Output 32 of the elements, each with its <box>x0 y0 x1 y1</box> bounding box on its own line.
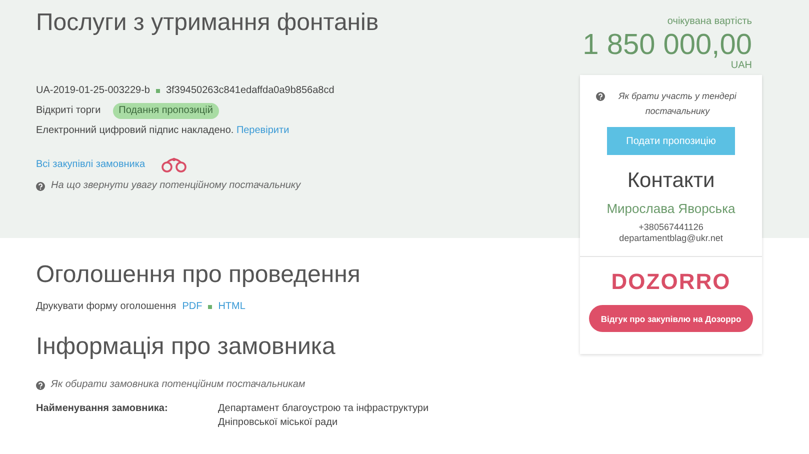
submit-bid-button[interactable]: Подати пропозицію <box>607 127 735 155</box>
tender-hash: 3f39450263c841edaffda0a9b856a8cd <box>166 84 334 98</box>
help-link[interactable]: На що звернути увагу потенційному постачальнику <box>51 179 301 193</box>
verify-link[interactable]: Перевірити <box>236 125 290 136</box>
price-amount: 1 850 000,00 <box>582 29 752 61</box>
tender-id: UA-2019-01-25-003229-b <box>36 84 150 98</box>
section-title: Оголошення про проведення <box>36 260 362 290</box>
section-title: Інформація про замовника <box>36 332 336 362</box>
feedback-button[interactable]: Відгук про закупівлю на Дозорро <box>589 305 753 332</box>
format-link[interactable]: PDF <box>182 300 202 314</box>
status-badge: Подання пропозицій <box>112 103 219 119</box>
print-label: Друкувати форму оголошення <box>36 300 176 314</box>
help-icon <box>36 380 45 390</box>
page-title: Послуги з утримання фонтанів <box>36 8 380 38</box>
binoculars-icon <box>161 157 188 173</box>
contacts-title: Контакти <box>627 169 715 193</box>
procedure-type: Відкриті торги <box>36 104 101 118</box>
signature-text: Електронний цифровий підпис накладено. Перевірити <box>36 124 290 138</box>
field-label: Найменування замовника: <box>36 402 169 416</box>
help-link[interactable]: Як обирати замовника потенційним постачальникам <box>51 378 306 392</box>
contact-email: departamentblag@ukr.net <box>619 233 723 244</box>
format-link[interactable]: HTML <box>218 300 246 314</box>
currency: UAH <box>730 61 752 71</box>
contact-phone: +380567441126 <box>638 222 704 233</box>
dozorro-logo: DOZORRO <box>611 269 731 295</box>
help-link[interactable]: Як брати участь у тендері постачальнику <box>609 89 746 119</box>
field-value: Департамент благоустрою та інфраструктури Дніпровської міської ради <box>218 402 430 430</box>
help-icon <box>596 92 605 101</box>
buyer-tenders-link[interactable]: Всі закупівлі замовника <box>36 158 146 172</box>
help-icon <box>36 182 45 190</box>
contact-name: Мирослава Яворська <box>606 201 736 216</box>
price-caption: очікувана вартість <box>666 16 752 27</box>
